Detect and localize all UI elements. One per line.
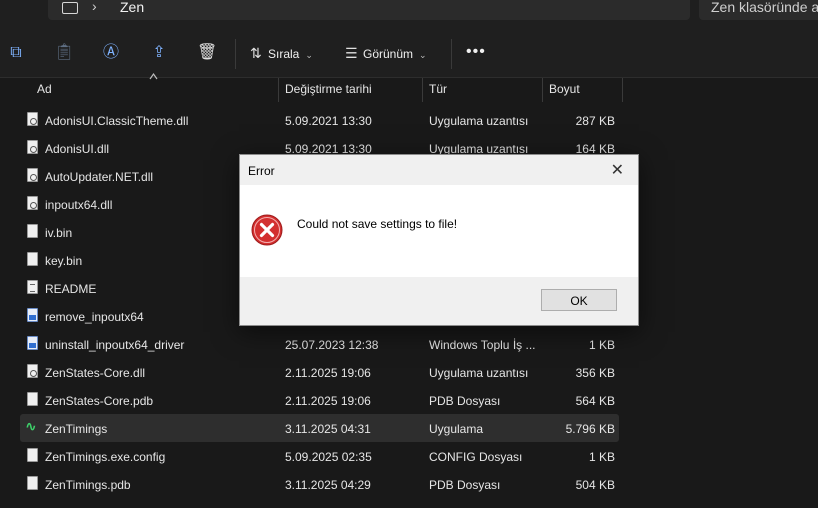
file-icon <box>27 448 38 462</box>
file-date: 2.11.2025 19:06 <box>285 394 371 408</box>
search-placeholder: Zen klasöründe ara <box>711 0 818 15</box>
file-name: AutoUpdater.NET.dll <box>45 170 154 184</box>
view-button[interactable]: ☰ Görünüm ⌄ <box>345 43 427 63</box>
search-box[interactable]: Zen klasöründe ara <box>699 0 818 20</box>
file-name: key.bin <box>45 254 83 268</box>
command-bar: ⧉ 📋︎ Ⓐ ⇪ 🗑︎ ⇅ Sırala ⌄ ☰ Görünüm ⌄ ••• <box>0 31 818 78</box>
chevron-down-icon: ⌄ <box>419 50 427 60</box>
dll-file-icon <box>27 364 38 378</box>
share-icon[interactable]: ⇪ <box>149 43 169 63</box>
more-options-button[interactable]: ••• <box>466 43 486 61</box>
file-name: iv.bin <box>45 226 73 240</box>
file-size: 564 KB <box>575 394 615 408</box>
file-date: 5.09.2021 13:30 <box>285 114 372 128</box>
column-modified[interactable]: Değiştirme tarihi <box>285 82 372 96</box>
toolbar-divider <box>235 39 236 69</box>
ok-button[interactable]: OK <box>541 289 617 311</box>
file-size: 287 KB <box>575 114 615 128</box>
dll-file-icon <box>27 112 38 126</box>
file-name: ZenStates-Core.pdb <box>45 394 154 408</box>
view-label: Görünüm <box>363 47 414 61</box>
chevron-down-icon: ⌄ <box>305 50 313 60</box>
batch-file-icon <box>27 308 38 322</box>
file-name: ZenStates-Core.dll <box>45 366 146 380</box>
error-dialog: Error ✕ Could not save settings to file!… <box>239 154 639 326</box>
dialog-title: Error <box>248 164 275 178</box>
column-header-row: Ad Değiştirme tarihi Tür Boyut <box>0 72 818 102</box>
file-row-selected[interactable]: ∿ ZenTimings 3.11.2025 04:31 Uygulama 5.… <box>20 414 619 442</box>
column-name[interactable]: Ad <box>37 82 52 96</box>
file-name: ZenTimings <box>45 422 108 436</box>
file-name: README <box>45 282 97 296</box>
file-icon <box>27 224 38 238</box>
rename-icon[interactable]: Ⓐ <box>101 43 121 63</box>
zentimings-app-icon: ∿ <box>25 418 37 434</box>
file-row[interactable]: ZenStates-Core.pdb 2.11.2025 19:06 PDB D… <box>20 386 619 414</box>
close-icon[interactable]: ✕ <box>611 160 624 180</box>
sort-ascending-icon <box>149 72 158 80</box>
text-file-icon <box>27 280 38 294</box>
file-date: 25.07.2023 12:38 <box>285 338 379 352</box>
dll-file-icon <box>27 196 38 210</box>
file-date: 3.11.2025 04:29 <box>285 478 371 492</box>
file-type: Uygulama <box>429 422 484 436</box>
file-size: 356 KB <box>575 366 615 380</box>
monitor-icon <box>62 2 78 14</box>
breadcrumb-current-folder[interactable]: Zen <box>120 0 144 15</box>
file-icon <box>27 392 38 406</box>
file-name: AdonisUI.dll <box>45 142 110 156</box>
file-icon <box>27 252 38 266</box>
column-divider[interactable] <box>622 78 623 102</box>
file-name: ZenTimings.exe.config <box>45 450 166 464</box>
copy-icon[interactable]: ⧉ <box>6 43 26 63</box>
file-name: uninstall_inpoutx64_driver <box>45 338 185 352</box>
title-area: › Zen Zen klasöründe ara <box>0 0 818 31</box>
file-size: 1 KB <box>588 450 615 464</box>
dll-file-icon <box>27 140 38 154</box>
file-size: 504 KB <box>575 478 615 492</box>
file-type: CONFIG Dosyası <box>429 450 523 464</box>
file-row[interactable]: ZenTimings.pdb 3.11.2025 04:29 PDB Dosya… <box>20 470 619 498</box>
sort-icon: ⇅ <box>250 45 262 61</box>
column-type[interactable]: Tür <box>429 82 447 96</box>
batch-file-icon <box>27 336 38 350</box>
dialog-body: Could not save settings to file! <box>240 185 638 277</box>
dll-file-icon <box>27 168 38 182</box>
error-icon <box>251 214 283 246</box>
file-row[interactable]: ZenStates-Core.dll 2.11.2025 19:06 Uygul… <box>20 358 619 386</box>
file-row[interactable]: ZenTimings.exe.config 5.09.2025 02:35 CO… <box>20 442 619 470</box>
file-name: ZenTimings.pdb <box>45 478 131 492</box>
delete-icon[interactable]: 🗑︎ <box>197 43 217 63</box>
column-divider[interactable] <box>278 78 279 102</box>
toolbar-divider <box>451 39 452 69</box>
paste-icon[interactable]: 📋︎ <box>54 43 74 63</box>
sort-button[interactable]: ⇅ Sırala ⌄ <box>250 43 313 63</box>
file-row[interactable]: AdonisUI.ClassicTheme.dll 5.09.2021 13:3… <box>20 106 619 134</box>
file-icon <box>27 476 38 490</box>
file-name: remove_inpoutx64 <box>45 310 144 324</box>
file-type: Uygulama uzantısı <box>429 366 529 380</box>
file-date: 3.11.2025 04:31 <box>285 422 371 436</box>
sort-label: Sırala <box>268 47 300 61</box>
file-size: 1 KB <box>588 338 615 352</box>
column-divider[interactable] <box>542 78 543 102</box>
file-name: AdonisUI.ClassicTheme.dll <box>45 114 189 128</box>
file-date: 2.11.2025 19:06 <box>285 366 371 380</box>
file-type: PDB Dosyası <box>429 394 501 408</box>
address-bar[interactable]: › Zen <box>48 0 690 20</box>
file-type: Uygulama uzantısı <box>429 114 529 128</box>
file-row[interactable]: uninstall_inpoutx64_driver 25.07.2023 12… <box>20 330 619 358</box>
dialog-message: Could not save settings to file! <box>297 217 458 231</box>
chevron-right-icon: › <box>92 0 97 14</box>
file-date: 5.09.2025 02:35 <box>285 450 372 464</box>
column-size[interactable]: Boyut <box>549 82 580 96</box>
file-name: inpoutx64.dll <box>45 198 113 212</box>
column-divider[interactable] <box>422 78 423 102</box>
file-type: Windows Toplu İş ... <box>429 338 536 352</box>
file-size: 5.796 KB <box>565 422 615 436</box>
file-type: PDB Dosyası <box>429 478 501 492</box>
view-icon: ☰ <box>345 45 358 61</box>
